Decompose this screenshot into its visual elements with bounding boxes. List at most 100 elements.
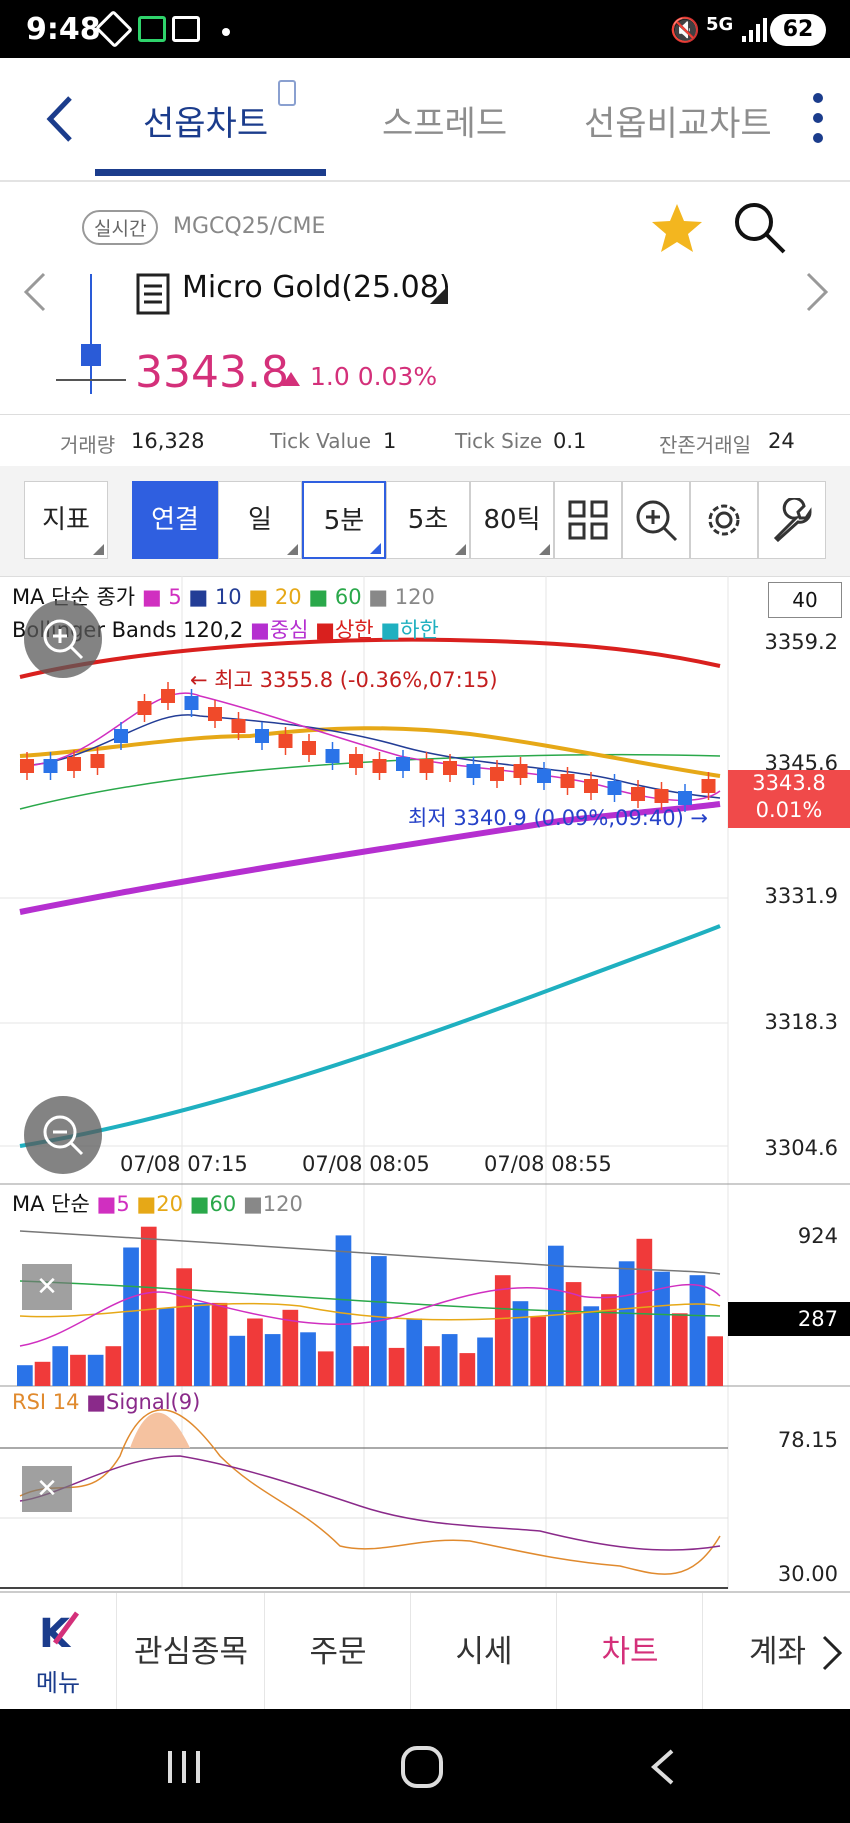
80tick-button[interactable]: 80틱: [470, 481, 554, 559]
list-icon[interactable]: [136, 273, 170, 315]
80tick-label: 80틱: [483, 505, 541, 535]
price-change: 1.0 0.03%: [310, 362, 438, 391]
bb-legend-mid-label: 중심: [269, 618, 309, 642]
close-icon: ✕: [36, 1272, 58, 1302]
nav-order[interactable]: 주문: [264, 1593, 411, 1711]
volume-bar: [707, 1336, 723, 1386]
status-bar: 9:48 🔇 5G 62: [0, 0, 850, 58]
chevron-right-icon[interactable]: [820, 1633, 844, 1673]
back-icon[interactable]: [44, 94, 76, 144]
close-panel-button[interactable]: ✕: [22, 1466, 72, 1512]
bb-legend-upper-label: 상한: [334, 618, 374, 642]
volume-bar: [512, 1301, 529, 1386]
zoom-out-overlay-button[interactable]: [24, 1096, 102, 1174]
volume-bar: [211, 1302, 228, 1386]
indicator-button[interactable]: 지표: [24, 481, 108, 559]
chart-area[interactable]: MA 단순 종가 ■ 5 ■ 10 ■ 20 ■ 60 ■ 120 Bollin…: [0, 576, 850, 1589]
top-tab-bar: 선옵차트 스프레드 선옵비교차트: [0, 58, 850, 182]
ma-legend-120: ■ 120: [368, 585, 435, 609]
ma-legend-20-value: 20: [274, 585, 302, 609]
volume-value: 16,328: [131, 429, 205, 453]
nav-quote[interactable]: 시세: [410, 1593, 557, 1711]
volume-bar: [353, 1346, 369, 1386]
bb-legend-upper: ■상한: [315, 618, 374, 642]
rsi-axis-label: 30.00: [777, 1562, 838, 1586]
mute-icon: 🔇: [670, 16, 700, 44]
search-icon[interactable]: [730, 198, 788, 256]
5sec-button[interactable]: 5초: [386, 481, 470, 559]
ma-legend-5: ■ 5: [141, 585, 182, 609]
tick-value-value: 1: [383, 429, 397, 453]
tools-button[interactable]: [758, 481, 826, 559]
tick-value-label: Tick Value: [270, 429, 372, 453]
candle-body: [20, 759, 34, 773]
volume-bar: [583, 1306, 600, 1386]
low-annotation: 최저 3340.9 (0.09%,09:40) →: [408, 806, 709, 830]
candle-body: [278, 734, 293, 748]
volume-bar: [34, 1361, 51, 1386]
volume-bar: [229, 1335, 246, 1386]
next-instrument-icon[interactable]: [804, 270, 830, 314]
recent-apps-icon[interactable]: [164, 1747, 204, 1787]
settings-button[interactable]: [690, 481, 758, 559]
5min-button[interactable]: 5분: [302, 481, 386, 559]
y-axis-label: 3359.2: [764, 630, 838, 654]
volume-bar: [70, 1354, 86, 1386]
day-label: 일: [248, 505, 272, 535]
candle-body: [607, 781, 622, 795]
close-panel-button[interactable]: ✕: [22, 1264, 72, 1310]
tick-size-label: Tick Size: [455, 429, 543, 453]
active-tab-indicator: [95, 169, 326, 176]
home-icon[interactable]: [400, 1745, 444, 1789]
screen-link-icon[interactable]: [278, 80, 296, 106]
layout-button[interactable]: [554, 481, 622, 559]
5min-label: 5분: [323, 506, 365, 536]
volume-legend-20: ■20: [136, 1192, 183, 1216]
zoom-in-overlay-button[interactable]: [24, 600, 102, 678]
volume-bar: [158, 1308, 175, 1386]
instrument-name[interactable]: Micro Gold(25.08): [182, 270, 451, 305]
zoom-button[interactable]: [622, 481, 690, 559]
dropdown-icon[interactable]: [428, 284, 450, 306]
nav-watchlist[interactable]: 관심종목: [116, 1593, 265, 1711]
volume-bar: [477, 1337, 493, 1386]
back-nav-icon[interactable]: [648, 1747, 676, 1787]
nav-menu[interactable]: K 메뉴: [0, 1593, 116, 1711]
more-icon[interactable]: [808, 90, 828, 146]
volume-label: 거래량: [60, 433, 116, 457]
volume-bar: [441, 1334, 458, 1386]
y-axis-label: 3304.6: [764, 1136, 838, 1160]
tab-spread[interactable]: 스프레드: [382, 96, 507, 145]
gear-icon: [708, 504, 740, 536]
candle-body: [654, 789, 669, 803]
volume-legend-title: MA 단순: [12, 1192, 90, 1216]
volume-bar: [105, 1346, 122, 1386]
chart-canvas: [0, 576, 850, 1589]
y-axis-label: 3331.9: [764, 884, 838, 908]
ma-legend-20: ■ 20: [248, 585, 302, 609]
bb-legend-lower: ■하한: [380, 618, 439, 642]
candle-body: [584, 779, 598, 793]
favorite-star-icon[interactable]: [650, 202, 704, 256]
period-input[interactable]: 40: [768, 582, 842, 618]
candle-body: [701, 779, 716, 793]
day-button[interactable]: 일: [218, 481, 302, 559]
nav-chart[interactable]: 차트: [556, 1593, 703, 1711]
current-price-tag-value: 3343.8: [752, 771, 826, 795]
voip-icon: [172, 16, 200, 42]
linked-button[interactable]: 연결: [132, 481, 218, 559]
remaining-days-label: 잔존거래일: [659, 433, 751, 457]
tab-options-chart[interactable]: 선옵차트: [143, 96, 268, 145]
info-row: 거래량 16,328 Tick Value 1 Tick Size 0.1 잔존…: [0, 414, 850, 469]
volume-bar: [388, 1347, 405, 1386]
volume-legend-20-value: 20: [156, 1192, 183, 1216]
status-time: 9:48: [26, 12, 101, 47]
tab-compare-chart[interactable]: 선옵비교차트: [584, 96, 772, 145]
candle-body: [302, 741, 316, 755]
volume-bar: [530, 1316, 546, 1386]
volume-bar: [406, 1318, 423, 1386]
candle-body: [184, 696, 199, 710]
current-price-tag: 3343.8 0.01%: [728, 770, 850, 828]
k-logo-icon: K: [39, 1611, 80, 1657]
prev-instrument-icon[interactable]: [22, 270, 48, 314]
